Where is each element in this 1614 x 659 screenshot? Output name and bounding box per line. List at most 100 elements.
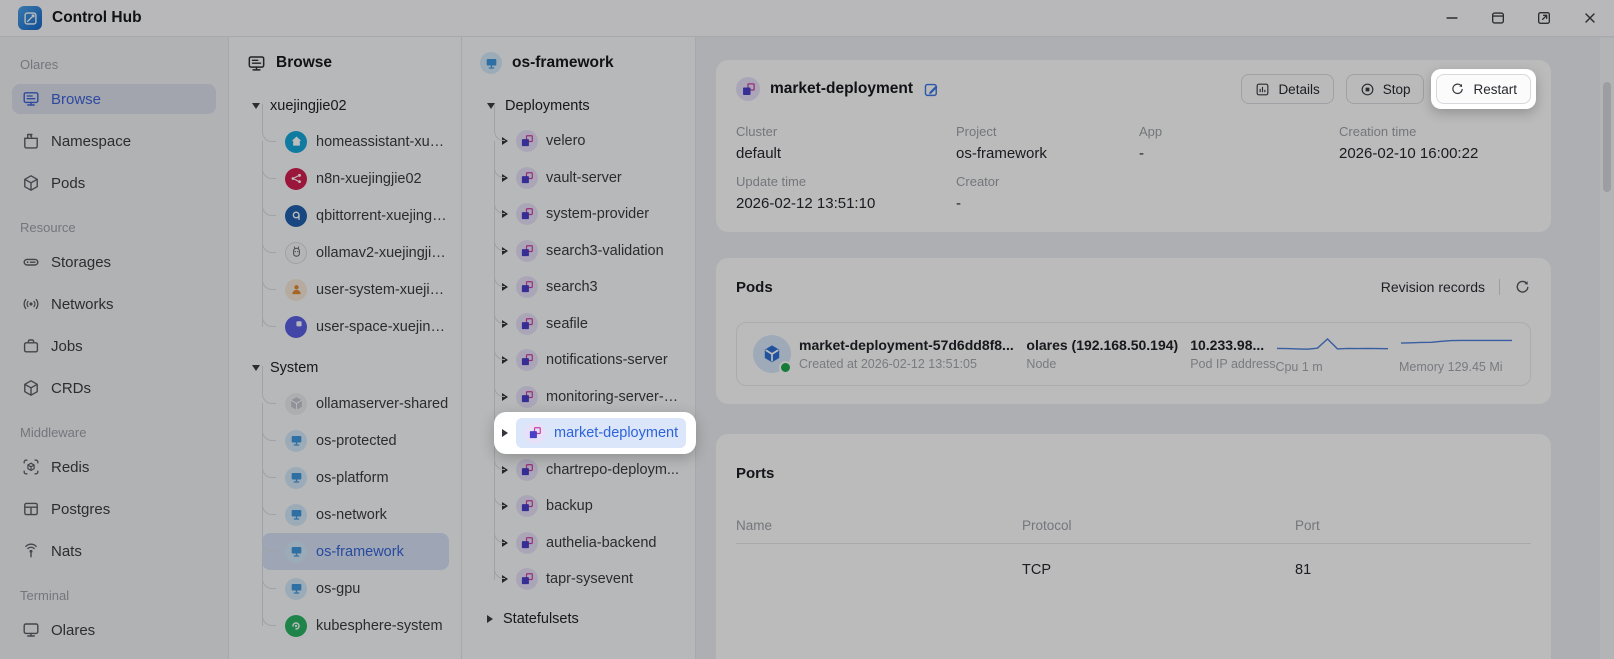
stop-button[interactable]: Stop	[1346, 74, 1425, 104]
deployment-icon	[516, 240, 538, 262]
pod-ip-cell: 10.233.98... Pod IP address	[1190, 337, 1275, 371]
workload-panel-header: os-framework	[474, 51, 683, 75]
tree-children: ollamaserver-shared os-protected os-plat…	[241, 385, 449, 644]
port-protocol: TCP	[1022, 544, 1295, 596]
pod-ip: 10.233.98...	[1190, 337, 1275, 353]
sidebar-section-olares: Olares	[20, 57, 208, 72]
tree-item-search3[interactable]: search3	[492, 269, 683, 306]
action-buttons: Details Stop Restart	[1241, 74, 1531, 104]
details-icon	[1255, 82, 1270, 97]
expand-arrow-icon[interactable]	[502, 429, 508, 437]
refresh-icon[interactable]	[1514, 279, 1531, 296]
qbittorrent-app-icon	[285, 205, 307, 227]
pod-cpu-cell: Cpu 1 m	[1275, 334, 1399, 374]
deployment-icon	[516, 386, 538, 408]
tree-item-system-provider[interactable]: system-provider	[492, 196, 683, 233]
restart-button[interactable]: Restart	[1436, 74, 1531, 104]
sidebar-item-nats[interactable]: Nats	[12, 536, 216, 566]
tree-item-backup[interactable]: backup	[492, 488, 683, 525]
tree-item-authelia-backend[interactable]: authelia-backend	[492, 525, 683, 562]
minimize-icon[interactable]	[1444, 10, 1460, 26]
network-icon	[22, 295, 40, 313]
ports-title: Ports	[736, 465, 774, 482]
deployment-icon	[524, 422, 546, 444]
pod-memory-cell: Memory 129.45 Mi	[1399, 334, 1514, 374]
tree-group-statefulsets[interactable]: Statefulsets	[474, 602, 683, 636]
sidebar-item-redis[interactable]: Redis	[12, 452, 216, 482]
tree-item-user-system[interactable]: user-system-xuejingj...	[262, 271, 449, 308]
revision-records-link[interactable]: Revision records	[1381, 279, 1485, 295]
tree-item-qbittorrent[interactable]: qbittorrent-xuejingjie...	[262, 197, 449, 234]
tree-item-ollamav2[interactable]: ollamav2-xuejingjie02	[262, 234, 449, 271]
details-button[interactable]: Details	[1241, 74, 1333, 104]
kubesphere-icon	[285, 615, 307, 637]
browse-panel-header: Browse	[241, 51, 449, 75]
tree-item-seafile[interactable]: seafile	[492, 306, 683, 343]
scrollbar-thumb[interactable]	[1603, 82, 1611, 192]
tree-item-os-framework[interactable]: os-framework	[262, 533, 449, 570]
tree-item-monitoring-server[interactable]: monitoring-server-d...	[492, 379, 683, 416]
selected-deployment-pill[interactable]: market-deployment	[516, 418, 686, 448]
storage-icon	[22, 253, 40, 271]
maximize-icon[interactable]	[1490, 10, 1506, 26]
tree-children: velero vault-server system-provider sear…	[474, 123, 683, 598]
deployment-icon	[736, 77, 760, 101]
tree-item-n8n[interactable]: n8n-xuejingjie02	[262, 160, 449, 197]
sidebar-item-browse[interactable]: Browse	[12, 84, 216, 114]
tree-item-os-platform[interactable]: os-platform	[262, 459, 449, 496]
main-content: market-deployment Details Stop Rest	[696, 37, 1614, 659]
tree-item-notifications-server[interactable]: notifications-server	[492, 342, 683, 379]
tree-item-search3-validation[interactable]: search3-validation	[492, 233, 683, 270]
expand-arrow-icon[interactable]	[502, 575, 508, 583]
tree-item-os-gpu[interactable]: os-gpu	[262, 570, 449, 607]
sidebar-item-networks[interactable]: Networks	[12, 289, 216, 319]
open-external-icon[interactable]	[1536, 10, 1552, 26]
pod-node-cell: olares (192.168.50.194) Node	[1026, 337, 1190, 371]
pod-node: olares (192.168.50.194)	[1026, 337, 1190, 353]
pod-row[interactable]: market-deployment-57d6dd8f8... Created a…	[736, 322, 1531, 386]
collapse-arrow-icon[interactable]	[252, 365, 260, 371]
expand-arrow-icon[interactable]	[487, 615, 493, 623]
sidebar-item-terminal-olares[interactable]: Olares	[12, 615, 216, 645]
sidebar-item-postgres[interactable]: Postgres	[12, 494, 216, 524]
scrollbar-track[interactable]	[1600, 38, 1614, 659]
window-controls	[1444, 10, 1598, 26]
tree-item-velero[interactable]: velero	[492, 123, 683, 160]
shared-cube-icon	[285, 393, 307, 415]
crd-icon	[22, 379, 40, 397]
tree-group-deployments[interactable]: Deployments	[474, 89, 683, 123]
tree-item-market-deployment[interactable]: market-deployment	[492, 415, 683, 452]
tree-item-tapr-sysevent[interactable]: tapr-sysevent	[492, 561, 683, 598]
sidebar: Olares Browse Namespace Pods Resource St…	[0, 37, 229, 659]
pod-name: market-deployment-57d6dd8f8...	[799, 337, 1026, 353]
system-monitor-icon	[285, 578, 307, 600]
tree-item-homeassistant[interactable]: homeassistant-xueji...	[262, 123, 449, 160]
cpu-sparkline	[1275, 334, 1390, 356]
deployment-icon	[516, 349, 538, 371]
deployment-icon	[516, 276, 538, 298]
n8n-app-icon	[285, 168, 307, 190]
user-space-app-icon	[285, 316, 307, 338]
sidebar-item-crds[interactable]: CRDs	[12, 373, 216, 403]
tree-item-os-protected[interactable]: os-protected	[262, 422, 449, 459]
sidebar-item-jobs[interactable]: Jobs	[12, 331, 216, 361]
sidebar-item-namespace[interactable]: Namespace	[12, 126, 216, 156]
tree-item-chartrepo-deployment[interactable]: chartrepo-deploym...	[492, 452, 683, 489]
edit-icon[interactable]	[923, 81, 940, 98]
sidebar-item-pods[interactable]: Pods	[12, 168, 216, 198]
tree-item-user-space[interactable]: user-space-xuejingji...	[262, 308, 449, 345]
field-update-time: Update time 2026-02-12 13:51:10	[736, 174, 956, 212]
tree-item-ollamaserver-shared[interactable]: ollamaserver-shared	[262, 385, 449, 422]
collapse-arrow-icon[interactable]	[252, 103, 260, 109]
tree-item-vault-server[interactable]: vault-server	[492, 160, 683, 197]
browse-panel: Browse xuejingjie02 homeassistant-xueji.…	[229, 37, 462, 659]
system-monitor-icon	[285, 504, 307, 526]
tree-item-kubesphere-system[interactable]: kubesphere-system	[262, 607, 449, 644]
close-icon[interactable]	[1582, 10, 1598, 26]
browse-icon	[247, 54, 266, 73]
deployment-icon	[516, 203, 538, 225]
spotlight-highlight: market-deployment	[494, 412, 696, 454]
sidebar-item-storages[interactable]: Storages	[12, 247, 216, 277]
tree-item-os-network[interactable]: os-network	[262, 496, 449, 533]
field-cluster: Cluster default	[736, 124, 956, 162]
